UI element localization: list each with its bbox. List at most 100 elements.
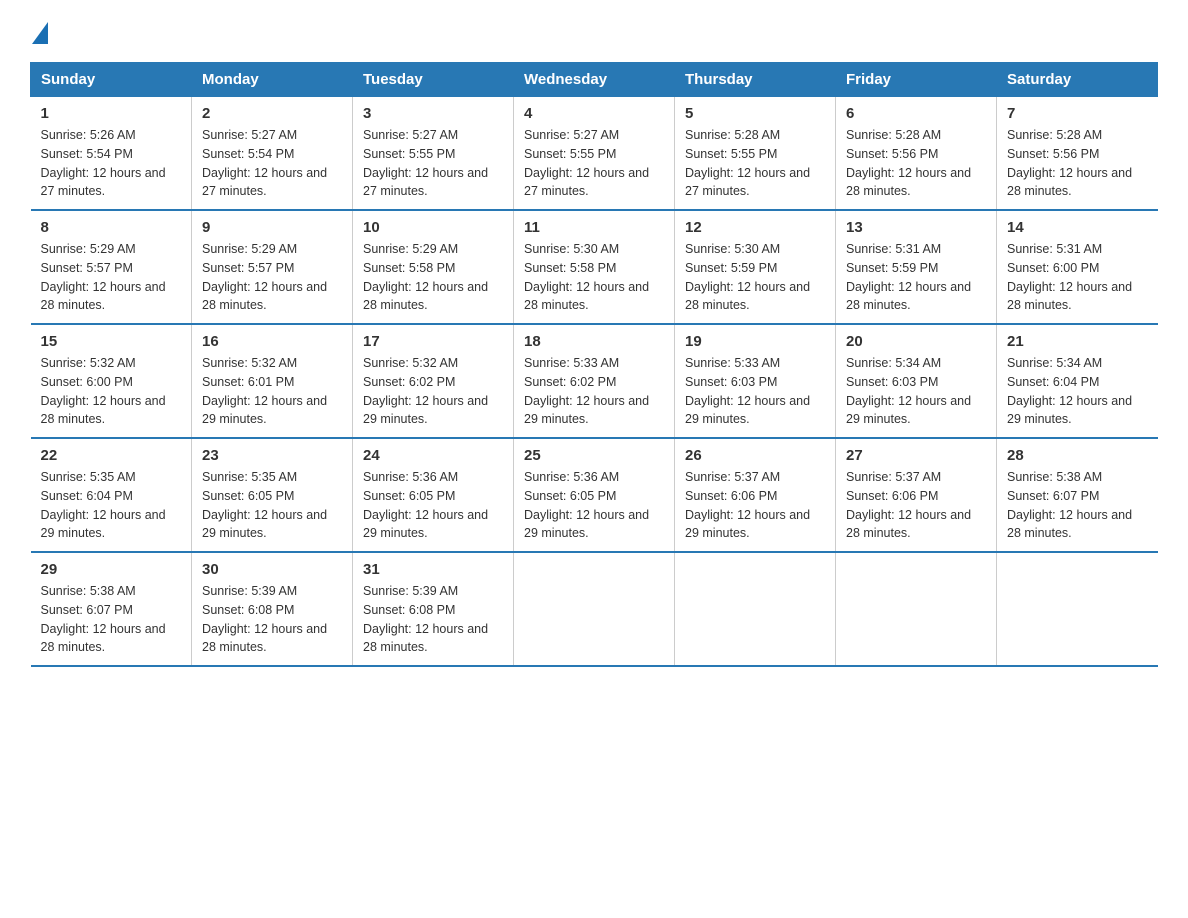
day-info: Sunrise: 5:30 AMSunset: 5:58 PMDaylight:…: [524, 242, 649, 312]
calendar-cell: 8 Sunrise: 5:29 AMSunset: 5:57 PMDayligh…: [31, 210, 192, 324]
day-number: 9: [202, 219, 342, 236]
day-number: 6: [846, 105, 986, 122]
day-number: 3: [363, 105, 503, 122]
day-number: 25: [524, 447, 664, 464]
day-header-thursday: Thursday: [675, 63, 836, 97]
calendar-cell: 31 Sunrise: 5:39 AMSunset: 6:08 PMDaylig…: [353, 552, 514, 666]
calendar-cell: 4 Sunrise: 5:27 AMSunset: 5:55 PMDayligh…: [514, 97, 675, 211]
day-info: Sunrise: 5:31 AMSunset: 6:00 PMDaylight:…: [1007, 242, 1132, 312]
day-number: 15: [41, 333, 182, 350]
calendar-cell: 19 Sunrise: 5:33 AMSunset: 6:03 PMDaylig…: [675, 324, 836, 438]
day-info: Sunrise: 5:34 AMSunset: 6:03 PMDaylight:…: [846, 356, 971, 426]
day-info: Sunrise: 5:34 AMSunset: 6:04 PMDaylight:…: [1007, 356, 1132, 426]
calendar-cell: 9 Sunrise: 5:29 AMSunset: 5:57 PMDayligh…: [192, 210, 353, 324]
day-number: 16: [202, 333, 342, 350]
day-number: 13: [846, 219, 986, 236]
day-info: Sunrise: 5:27 AMSunset: 5:55 PMDaylight:…: [524, 128, 649, 198]
day-info: Sunrise: 5:29 AMSunset: 5:58 PMDaylight:…: [363, 242, 488, 312]
calendar-cell: 29 Sunrise: 5:38 AMSunset: 6:07 PMDaylig…: [31, 552, 192, 666]
calendar-cell: 10 Sunrise: 5:29 AMSunset: 5:58 PMDaylig…: [353, 210, 514, 324]
day-info: Sunrise: 5:27 AMSunset: 5:55 PMDaylight:…: [363, 128, 488, 198]
calendar-cell: 24 Sunrise: 5:36 AMSunset: 6:05 PMDaylig…: [353, 438, 514, 552]
day-number: 28: [1007, 447, 1148, 464]
day-number: 31: [363, 561, 503, 578]
day-info: Sunrise: 5:27 AMSunset: 5:54 PMDaylight:…: [202, 128, 327, 198]
calendar-cell: [836, 552, 997, 666]
day-info: Sunrise: 5:33 AMSunset: 6:03 PMDaylight:…: [685, 356, 810, 426]
day-info: Sunrise: 5:35 AMSunset: 6:04 PMDaylight:…: [41, 470, 166, 540]
calendar-cell: 21 Sunrise: 5:34 AMSunset: 6:04 PMDaylig…: [997, 324, 1158, 438]
page-header: [30, 20, 1158, 42]
day-number: 8: [41, 219, 182, 236]
day-number: 20: [846, 333, 986, 350]
calendar-body: 1 Sunrise: 5:26 AMSunset: 5:54 PMDayligh…: [31, 97, 1158, 667]
day-number: 21: [1007, 333, 1148, 350]
day-number: 2: [202, 105, 342, 122]
day-info: Sunrise: 5:28 AMSunset: 5:56 PMDaylight:…: [1007, 128, 1132, 198]
calendar-week-row: 15 Sunrise: 5:32 AMSunset: 6:00 PMDaylig…: [31, 324, 1158, 438]
day-number: 4: [524, 105, 664, 122]
day-info: Sunrise: 5:36 AMSunset: 6:05 PMDaylight:…: [363, 470, 488, 540]
calendar-cell: 27 Sunrise: 5:37 AMSunset: 6:06 PMDaylig…: [836, 438, 997, 552]
calendar-cell: 1 Sunrise: 5:26 AMSunset: 5:54 PMDayligh…: [31, 97, 192, 211]
day-number: 19: [685, 333, 825, 350]
calendar-cell: 3 Sunrise: 5:27 AMSunset: 5:55 PMDayligh…: [353, 97, 514, 211]
day-info: Sunrise: 5:37 AMSunset: 6:06 PMDaylight:…: [846, 470, 971, 540]
day-number: 14: [1007, 219, 1148, 236]
calendar-cell: 28 Sunrise: 5:38 AMSunset: 6:07 PMDaylig…: [997, 438, 1158, 552]
calendar-cell: 26 Sunrise: 5:37 AMSunset: 6:06 PMDaylig…: [675, 438, 836, 552]
day-info: Sunrise: 5:30 AMSunset: 5:59 PMDaylight:…: [685, 242, 810, 312]
logo-triangle-icon: [32, 22, 48, 44]
day-info: Sunrise: 5:31 AMSunset: 5:59 PMDaylight:…: [846, 242, 971, 312]
day-info: Sunrise: 5:38 AMSunset: 6:07 PMDaylight:…: [41, 584, 166, 654]
calendar-cell: 18 Sunrise: 5:33 AMSunset: 6:02 PMDaylig…: [514, 324, 675, 438]
day-info: Sunrise: 5:37 AMSunset: 6:06 PMDaylight:…: [685, 470, 810, 540]
calendar-cell: [675, 552, 836, 666]
day-info: Sunrise: 5:38 AMSunset: 6:07 PMDaylight:…: [1007, 470, 1132, 540]
calendar-cell: 11 Sunrise: 5:30 AMSunset: 5:58 PMDaylig…: [514, 210, 675, 324]
day-info: Sunrise: 5:32 AMSunset: 6:02 PMDaylight:…: [363, 356, 488, 426]
calendar-cell: 2 Sunrise: 5:27 AMSunset: 5:54 PMDayligh…: [192, 97, 353, 211]
day-number: 22: [41, 447, 182, 464]
day-number: 18: [524, 333, 664, 350]
calendar-cell: 16 Sunrise: 5:32 AMSunset: 6:01 PMDaylig…: [192, 324, 353, 438]
day-header-monday: Monday: [192, 63, 353, 97]
day-header-tuesday: Tuesday: [353, 63, 514, 97]
day-info: Sunrise: 5:35 AMSunset: 6:05 PMDaylight:…: [202, 470, 327, 540]
day-info: Sunrise: 5:29 AMSunset: 5:57 PMDaylight:…: [41, 242, 166, 312]
calendar-cell: 14 Sunrise: 5:31 AMSunset: 6:00 PMDaylig…: [997, 210, 1158, 324]
day-header-wednesday: Wednesday: [514, 63, 675, 97]
day-info: Sunrise: 5:39 AMSunset: 6:08 PMDaylight:…: [363, 584, 488, 654]
calendar-week-row: 1 Sunrise: 5:26 AMSunset: 5:54 PMDayligh…: [31, 97, 1158, 211]
day-number: 24: [363, 447, 503, 464]
day-header-row: SundayMondayTuesdayWednesdayThursdayFrid…: [31, 63, 1158, 97]
calendar-cell: 25 Sunrise: 5:36 AMSunset: 6:05 PMDaylig…: [514, 438, 675, 552]
calendar-cell: [514, 552, 675, 666]
calendar-cell: 30 Sunrise: 5:39 AMSunset: 6:08 PMDaylig…: [192, 552, 353, 666]
calendar-cell: 7 Sunrise: 5:28 AMSunset: 5:56 PMDayligh…: [997, 97, 1158, 211]
day-number: 30: [202, 561, 342, 578]
day-number: 7: [1007, 105, 1148, 122]
day-number: 10: [363, 219, 503, 236]
day-number: 17: [363, 333, 503, 350]
calendar-header: SundayMondayTuesdayWednesdayThursdayFrid…: [31, 63, 1158, 97]
day-header-saturday: Saturday: [997, 63, 1158, 97]
day-number: 29: [41, 561, 182, 578]
calendar-cell: 23 Sunrise: 5:35 AMSunset: 6:05 PMDaylig…: [192, 438, 353, 552]
day-number: 5: [685, 105, 825, 122]
calendar-cell: 5 Sunrise: 5:28 AMSunset: 5:55 PMDayligh…: [675, 97, 836, 211]
calendar-cell: 17 Sunrise: 5:32 AMSunset: 6:02 PMDaylig…: [353, 324, 514, 438]
day-info: Sunrise: 5:28 AMSunset: 5:56 PMDaylight:…: [846, 128, 971, 198]
calendar-week-row: 22 Sunrise: 5:35 AMSunset: 6:04 PMDaylig…: [31, 438, 1158, 552]
calendar-cell: 13 Sunrise: 5:31 AMSunset: 5:59 PMDaylig…: [836, 210, 997, 324]
calendar-table: SundayMondayTuesdayWednesdayThursdayFrid…: [30, 62, 1158, 667]
calendar-cell: 15 Sunrise: 5:32 AMSunset: 6:00 PMDaylig…: [31, 324, 192, 438]
calendar-cell: 12 Sunrise: 5:30 AMSunset: 5:59 PMDaylig…: [675, 210, 836, 324]
day-number: 26: [685, 447, 825, 464]
calendar-week-row: 29 Sunrise: 5:38 AMSunset: 6:07 PMDaylig…: [31, 552, 1158, 666]
calendar-week-row: 8 Sunrise: 5:29 AMSunset: 5:57 PMDayligh…: [31, 210, 1158, 324]
day-number: 12: [685, 219, 825, 236]
day-info: Sunrise: 5:29 AMSunset: 5:57 PMDaylight:…: [202, 242, 327, 312]
day-header-sunday: Sunday: [31, 63, 192, 97]
day-number: 11: [524, 219, 664, 236]
